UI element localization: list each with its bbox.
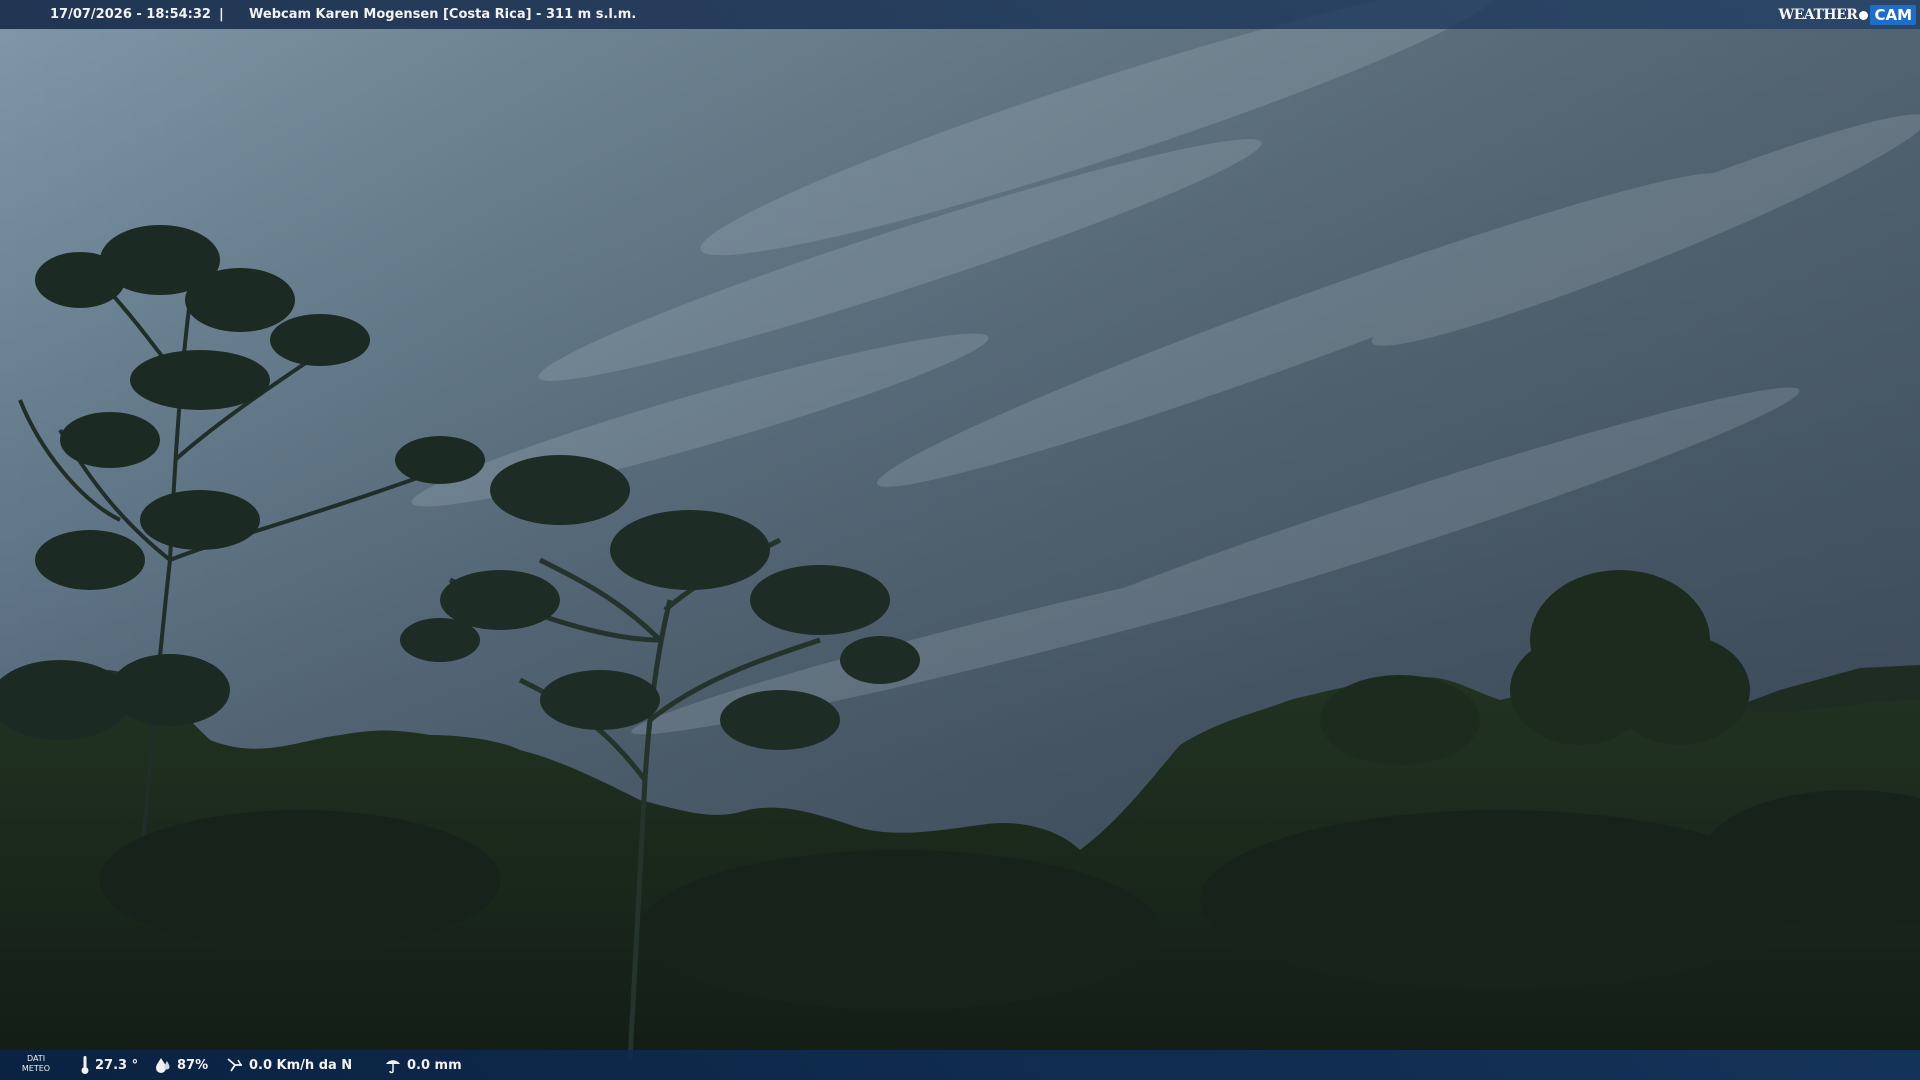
logo-dot-icon: [1859, 10, 1869, 20]
wind-value: 0.0 Km/h da N: [249, 1057, 353, 1073]
webcam-title: Webcam Karen Mogensen [Costa Rica] - 311…: [249, 7, 637, 22]
logo-weather-text: WEATHER: [1778, 7, 1858, 23]
rain-icon: [386, 1060, 400, 1074]
wind-readout: 0.0 Km/h da N: [226, 1050, 352, 1080]
logo-cam-text: CAM: [1870, 5, 1916, 25]
wind-icon: [227, 1058, 242, 1072]
meteo-label: DATI METEO: [18, 1054, 54, 1074]
meteo-label-line2: METEO: [21, 1064, 51, 1073]
meteo-data-bar: DATI METEO 27.3 ° 87% 0.0 Km/h da N 0.0 …: [0, 1050, 1920, 1080]
thermometer-icon: [81, 1056, 89, 1074]
rain-readout: 0.0 mm: [384, 1050, 462, 1080]
temperature-value: 27.3 °: [95, 1057, 139, 1073]
humidity-readout: 87%: [154, 1050, 208, 1080]
rain-value: 0.0 mm: [407, 1057, 462, 1073]
humidity-value: 87%: [177, 1057, 209, 1073]
meteo-label-line1: DATI: [26, 1054, 46, 1063]
weathercam-logo: WEATHER CAM: [1778, 3, 1916, 27]
webcam-image: [0, 0, 1920, 1080]
timestamp: 17/07/2026 - 18:54:32: [50, 7, 211, 22]
temperature-readout: 27.3 °: [80, 1050, 138, 1080]
separator: |: [219, 7, 224, 22]
top-info-bar: 17/07/2026 - 18:54:32 | Webcam Karen Mog…: [0, 0, 1920, 29]
humidity-icon: [156, 1058, 170, 1073]
